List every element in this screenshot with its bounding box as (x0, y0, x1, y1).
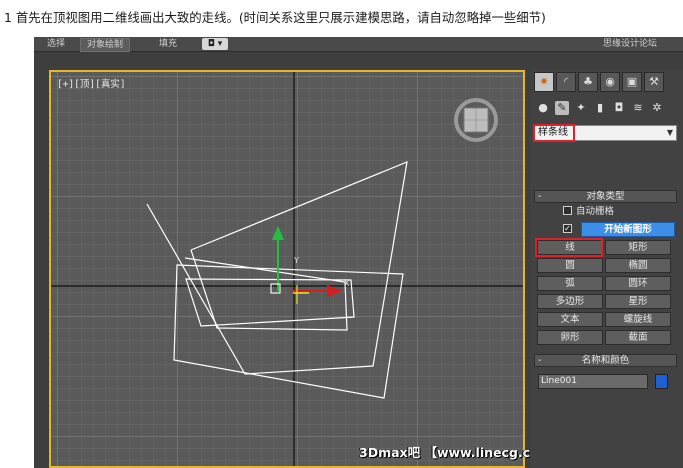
object-name-field[interactable]: Line001 (538, 374, 648, 389)
start-new-shape-button[interactable]: 开始新图形 (581, 222, 675, 237)
collapse-icon: - (538, 191, 542, 202)
tab-object-paint[interactable]: 对象绘制 (80, 38, 130, 52)
top-toolbar-strip: 选择 对象绘制 填充 ◘ ▾ 思缘设计论坛 (34, 37, 683, 52)
name-color-title: 名称和颜色 (581, 355, 630, 366)
utilities-icon[interactable]: ⚒ (644, 72, 664, 92)
name-color-rollout[interactable]: - 名称和颜色 (534, 354, 677, 367)
helix-button[interactable]: 螺旋线 (605, 312, 671, 327)
rectangle-button[interactable]: 矩形 (605, 240, 671, 255)
text-button[interactable]: 文本 (537, 312, 603, 327)
divider (34, 53, 683, 54)
geometry-icon[interactable]: ● (536, 101, 550, 115)
max-screenshot: 选择 对象绘制 填充 ◘ ▾ 思缘设计论坛 Y X [+][顶][真实] 3Dm… (34, 37, 683, 468)
egg-button[interactable]: 卵形 (537, 330, 603, 345)
lights-icon[interactable]: ✦ (574, 101, 588, 115)
object-type-title: 对象类型 (586, 191, 625, 202)
instruction-caption: 1 首先在顶视图用二维线画出大致的走线。(时间关系这里只展示建模思路，请自动忽略… (4, 10, 546, 25)
chevron-down-icon: ▼ (666, 128, 673, 137)
start-new-shape-checkbox[interactable]: ✓ (563, 224, 572, 233)
collapse-icon: - (538, 355, 542, 366)
circle-button[interactable]: 圆 (537, 258, 603, 273)
arc-button[interactable]: 弧 (537, 276, 603, 291)
star-button[interactable]: 星形 (605, 294, 671, 309)
top-viewport[interactable]: Y X [+][顶][真实] (49, 70, 525, 468)
command-panel: ✷ ◜ ♣ ◉ ▣ ⚒ ● ✎ ✦ ▮ ◘ ≋ ✲ 样条线 ▼ - 对象类型 自… (530, 70, 683, 468)
display-icon[interactable]: ▣ (622, 72, 642, 92)
dropdown-toggle-icon[interactable]: ◘ ▾ (202, 38, 228, 50)
command-panel-tabs: ✷ ◜ ♣ ◉ ▣ ⚒ (532, 72, 682, 94)
svg-text:Y: Y (293, 256, 299, 265)
tab-select[interactable]: 选择 (38, 38, 74, 50)
auto-grid-checkbox[interactable] (563, 206, 572, 215)
helpers-icon[interactable]: ◘ (612, 101, 626, 115)
spacewarps-icon[interactable]: ≋ (631, 101, 645, 115)
forum-watermark: 思缘设计论坛 (602, 39, 657, 49)
object-type-rollout[interactable]: - 对象类型 (534, 190, 677, 203)
motion-icon[interactable]: ◉ (600, 72, 620, 92)
auto-grid-label: 自动栅格 (576, 206, 615, 217)
hierarchy-icon[interactable]: ♣ (578, 72, 598, 92)
cameras-icon[interactable]: ▮ (593, 101, 607, 115)
tab-populate[interactable]: 填充 (152, 38, 184, 50)
highlight-category (533, 124, 575, 142)
create-icon[interactable]: ✷ (534, 72, 554, 92)
section-button[interactable]: 截面 (605, 330, 671, 345)
viewport-label[interactable]: [+][顶][真实] (57, 76, 126, 90)
systems-icon[interactable]: ✲ (650, 101, 664, 115)
modify-icon[interactable]: ◜ (556, 72, 576, 92)
shapes-icon[interactable]: ✎ (555, 101, 569, 115)
svg-text:X: X (344, 279, 350, 288)
ngon-button[interactable]: 多边形 (537, 294, 603, 309)
ellipse-button[interactable]: 椭圆 (605, 258, 671, 273)
object-category-icons: ● ✎ ✦ ▮ ◘ ≋ ✲ (536, 101, 678, 119)
donut-button[interactable]: 圆环 (605, 276, 671, 291)
viewport-canvas[interactable]: Y X (51, 72, 523, 466)
object-color-swatch[interactable] (655, 374, 668, 389)
highlight-line-button (535, 238, 603, 257)
